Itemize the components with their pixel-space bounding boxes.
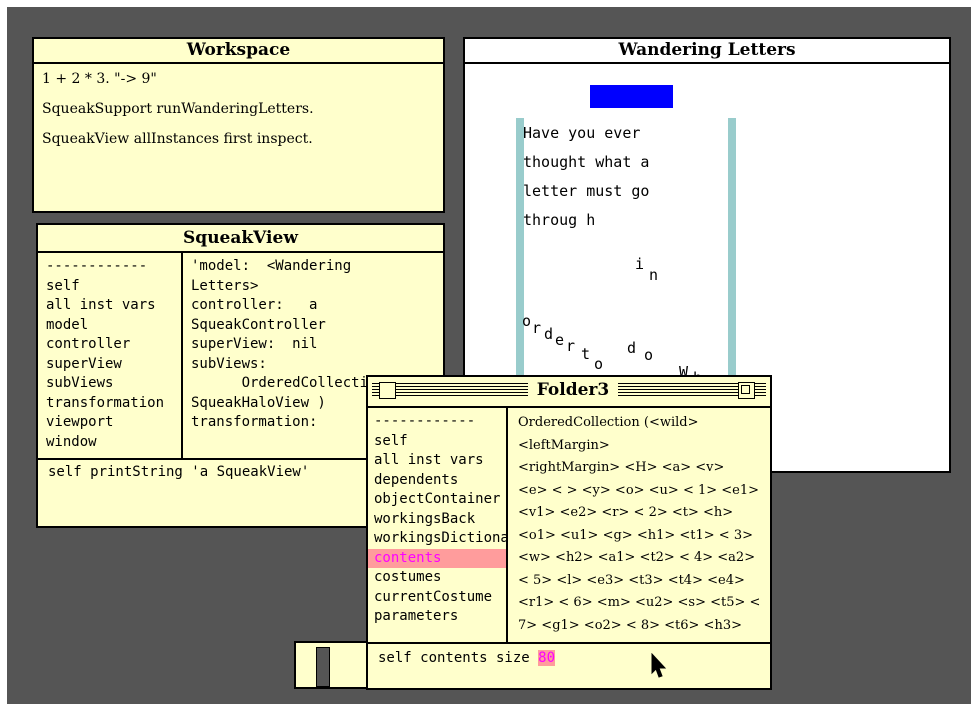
text-line: throug h bbox=[523, 211, 596, 229]
scrollbar-thumb[interactable] bbox=[316, 647, 330, 687]
close-box-icon[interactable] bbox=[379, 382, 396, 399]
workspace-text[interactable]: 1 + 2 * 3. "-> 9" SqueakSupport runWande… bbox=[42, 68, 437, 208]
workspace-line: SqueakSupport runWanderingLetters. bbox=[42, 101, 314, 117]
wandering-text: Have you ever thought what a letter must… bbox=[523, 119, 649, 235]
folder3-eval-pane[interactable]: self contents size 80 bbox=[368, 642, 770, 688]
text-line: thought what a bbox=[523, 153, 650, 171]
value-line: OrderedCollection (<wild> bbox=[518, 415, 699, 430]
value-line: <r1> < 6> <m> <u2> <s> <t5> < bbox=[518, 595, 761, 610]
wandering-letter: r bbox=[566, 337, 576, 355]
field-item[interactable]: self bbox=[46, 277, 181, 297]
field-item[interactable]: all inst vars bbox=[46, 296, 181, 316]
field-item[interactable]: dependents bbox=[374, 471, 506, 491]
field-item[interactable]: all inst vars bbox=[374, 451, 506, 471]
wandering-letter: i bbox=[635, 255, 645, 273]
folder3-value-pane[interactable]: OrderedCollection (<wild> <leftMargin> <… bbox=[510, 408, 770, 642]
blue-block[interactable] bbox=[590, 85, 673, 108]
field-item[interactable]: self bbox=[374, 432, 506, 452]
workspace-line bbox=[42, 90, 437, 98]
mouse-cursor-icon bbox=[651, 653, 667, 678]
workspace-line: 1 + 2 * 3. "-> 9" bbox=[42, 71, 157, 87]
folder3-inspector-window[interactable]: Folder3 ------------ self all inst vars … bbox=[366, 375, 772, 690]
value-line: <e> < > <y> <o> <u> < 1> <e1> bbox=[518, 482, 760, 498]
field-item[interactable]: transformation bbox=[46, 394, 181, 414]
value-line: SqueakController bbox=[191, 316, 326, 333]
value-line: < 5> <l> <e3> <t3> <t4> <e4> bbox=[518, 572, 745, 588]
text-line: letter must go bbox=[523, 182, 650, 200]
wandering-letter: n bbox=[649, 266, 659, 284]
value-line: <w> <h2> <a1> <t2> < 4> <a2> bbox=[518, 550, 756, 565]
value-line: <v1> <e2> <r> < 2> <t> <h> bbox=[518, 505, 734, 520]
field-item[interactable]: controller bbox=[46, 335, 181, 355]
text-line: Have you ever bbox=[523, 124, 641, 142]
field-item[interactable]: workingsBack bbox=[374, 510, 506, 530]
wandering-letter: r bbox=[532, 319, 542, 337]
value-line: controller: a bbox=[191, 297, 318, 313]
wandering-letter: d bbox=[544, 325, 554, 343]
value-line: <leftMargin> bbox=[518, 437, 610, 453]
wandering-letter: o bbox=[594, 355, 604, 373]
value-line: <o1> <u1> <g> <h1> <t1> < 3> bbox=[518, 527, 753, 543]
zoom-box-icon[interactable] bbox=[738, 382, 755, 399]
workspace-line: SqueakView allInstances first inspect. bbox=[42, 131, 313, 147]
squeakview-title[interactable]: SqueakView bbox=[38, 225, 443, 253]
wandering-letter: t bbox=[581, 345, 591, 363]
value-line: <rightMargin> <H> <a> <v> bbox=[518, 460, 725, 475]
wandering-letter: e bbox=[555, 331, 565, 349]
folder3-scrollbar-area[interactable] bbox=[294, 641, 370, 689]
value-line: subViews: bbox=[191, 355, 267, 372]
field-item[interactable]: costumes bbox=[374, 568, 506, 588]
field-item[interactable]: parameters bbox=[374, 607, 506, 627]
value-line: 7> <g1> <o2> < 8> <t6> <h3> bbox=[518, 617, 742, 633]
wandering-letter: d bbox=[627, 339, 637, 357]
squeakview-field-list[interactable]: ------------ self all inst vars model co… bbox=[38, 253, 183, 458]
list-separator: ------------ bbox=[374, 413, 476, 429]
workspace-window[interactable]: Workspace 1 + 2 * 3. "-> 9" SqueakSuppor… bbox=[32, 37, 445, 213]
field-item[interactable]: workingsDictionary bbox=[374, 529, 506, 549]
folder3-field-list[interactable]: ------------ self all inst vars dependen… bbox=[368, 408, 508, 642]
field-item[interactable]: superView bbox=[46, 355, 181, 375]
field-item[interactable]: window bbox=[46, 433, 181, 453]
workspace-title[interactable]: Workspace bbox=[34, 39, 443, 64]
field-item[interactable]: currentCostume bbox=[374, 588, 506, 608]
field-item[interactable]: model bbox=[46, 316, 181, 336]
workspace-line bbox=[42, 120, 437, 128]
value-line: superView: nil bbox=[191, 336, 318, 352]
field-item[interactable]: viewport bbox=[46, 413, 181, 433]
eval-text: self contents size bbox=[378, 650, 530, 666]
eval-result: 80 bbox=[538, 650, 556, 666]
value-line: 'model: <Wandering bbox=[191, 258, 352, 274]
value-line: Letters> bbox=[191, 277, 259, 294]
field-item-selected[interactable]: contents bbox=[368, 548, 506, 568]
wandering-letter: o bbox=[522, 312, 532, 330]
folder3-title[interactable]: Folder3 bbox=[528, 380, 618, 401]
eval-text: self printString 'a SqueakView' bbox=[48, 464, 310, 480]
field-item[interactable]: objectContainer bbox=[374, 490, 506, 510]
wandering-letters-title[interactable]: Wandering Letters bbox=[465, 39, 949, 64]
field-item[interactable]: subViews bbox=[46, 374, 181, 394]
list-separator: ------------ bbox=[46, 258, 148, 274]
wandering-letter: o bbox=[644, 346, 654, 364]
folder3-titlebar[interactable]: Folder3 bbox=[368, 377, 770, 408]
